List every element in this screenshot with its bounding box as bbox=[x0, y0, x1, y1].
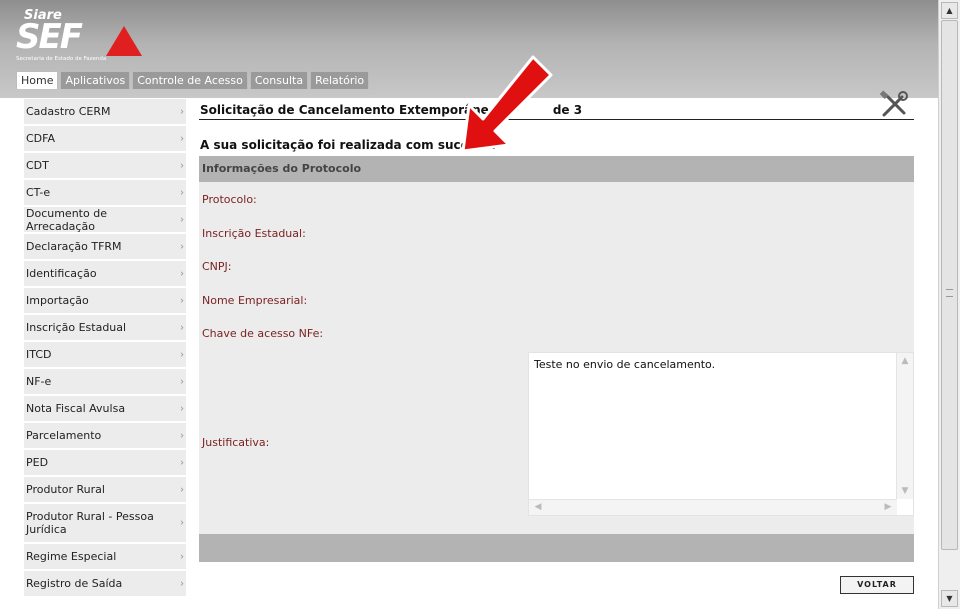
sidebar-item-label: Registro de Saída bbox=[26, 577, 123, 590]
label-chave-acesso-nfe: Chave de acesso NFe: bbox=[202, 327, 324, 340]
tools-icon[interactable] bbox=[878, 89, 910, 121]
chevron-right-icon: › bbox=[180, 133, 184, 144]
chevron-right-icon: › bbox=[180, 268, 184, 279]
scroll-up-icon[interactable]: ▲ bbox=[898, 355, 912, 367]
sidebar-item-label: Inscrição Estadual bbox=[26, 321, 127, 334]
red-arrow-annotation bbox=[461, 55, 553, 153]
sidebar-item-label: Declaração TFRM bbox=[26, 240, 122, 253]
sidebar-item-produtor-rural-pj[interactable]: Produtor Rural - Pessoa Jurídica › bbox=[24, 504, 186, 544]
chevron-right-icon: › bbox=[180, 106, 184, 117]
tab-aplicativos[interactable]: Aplicativos bbox=[60, 71, 131, 89]
sidebar-menu: Cadastro CERM › CDFA › CDT › CT-e › Document… bbox=[24, 99, 186, 598]
tab-controle-de-acesso[interactable]: Controle de Acesso bbox=[132, 71, 248, 89]
tab-consulta[interactable]: Consulta bbox=[249, 71, 309, 89]
textarea-horizontal-scrollbar[interactable]: ◀ ▶ bbox=[529, 499, 897, 515]
scroll-down-icon[interactable]: ▼ bbox=[941, 590, 958, 607]
page-title-text: Solicitação de Cancelamento Extemporâne bbox=[200, 103, 489, 117]
chevron-right-icon: › bbox=[180, 214, 184, 225]
voltar-button[interactable]: VOLTAR bbox=[840, 576, 914, 594]
sidebar-item-produtor-rural[interactable]: Produtor Rural › bbox=[24, 477, 186, 504]
scroll-up-icon[interactable]: ▲ bbox=[941, 2, 958, 19]
textarea-vertical-scrollbar[interactable]: ▲ ▼ bbox=[896, 353, 913, 499]
scroll-down-icon[interactable]: ▼ bbox=[898, 485, 912, 497]
chevron-right-icon: › bbox=[180, 517, 184, 529]
chevron-right-icon: › bbox=[180, 376, 184, 387]
label-protocolo: Protocolo: bbox=[202, 193, 257, 206]
chevron-right-icon: › bbox=[180, 187, 184, 198]
sidebar-item-label: CT-e bbox=[26, 186, 51, 199]
chevron-right-icon: › bbox=[180, 551, 184, 562]
justificativa-textarea[interactable]: Teste no envio de cancelamento. ▲ ▼ ◀ ▶ bbox=[528, 352, 914, 516]
sidebar-item-inscricao-estadual[interactable]: Inscrição Estadual › bbox=[24, 315, 186, 342]
page-vertical-scrollbar[interactable]: ▲ ▼ bbox=[938, 0, 960, 609]
sidebar-item-label: ITCD bbox=[26, 348, 52, 361]
sidebar-item-label: Produtor Rural bbox=[26, 483, 105, 496]
page-title: Solicitação de Cancelamento Extemporâne d… bbox=[199, 90, 914, 120]
sidebar-item-declaracao-tfrm[interactable]: Declaração TFRM › bbox=[24, 234, 186, 261]
chevron-right-icon: › bbox=[180, 457, 184, 468]
chevron-right-icon: › bbox=[180, 403, 184, 414]
logo-subtitle: Secretaria de Estado de Fazenda bbox=[16, 56, 107, 62]
panel-header: Informações do Protocolo bbox=[199, 156, 914, 182]
sidebar-item-ct-e[interactable]: CT-e › bbox=[24, 180, 186, 207]
top-nav-tabs: Home Aplicativos Controle de Acesso Cons… bbox=[16, 71, 370, 89]
scroll-left-icon[interactable]: ◀ bbox=[531, 501, 545, 513]
sidebar-item-label: CDFA bbox=[26, 132, 55, 145]
tab-home[interactable]: Home bbox=[16, 71, 59, 89]
label-nome-empresarial: Nome Empresarial: bbox=[202, 294, 308, 307]
logo-triangle-icon bbox=[106, 26, 142, 56]
main-content: Solicitação de Cancelamento Extemporâne d… bbox=[199, 90, 914, 562]
sidebar-item-itcd[interactable]: ITCD › bbox=[24, 342, 186, 369]
sidebar-item-label: NF-e bbox=[26, 375, 52, 388]
grip-icon bbox=[946, 289, 953, 297]
panel-footer-bar bbox=[199, 534, 914, 562]
sidebar-item-label: Documento de Arrecadação bbox=[26, 206, 107, 233]
scroll-right-icon[interactable]: ▶ bbox=[881, 501, 895, 513]
sidebar-item-nf-e[interactable]: NF-e › bbox=[24, 369, 186, 396]
sidebar-item-cdfa[interactable]: CDFA › bbox=[24, 126, 186, 153]
sidebar-item-label: Importação bbox=[26, 294, 89, 307]
justificativa-value: Teste no envio de cancelamento. bbox=[534, 358, 716, 371]
chevron-right-icon: › bbox=[180, 322, 184, 333]
sidebar-item-label: PED bbox=[26, 456, 49, 469]
logo-sef-text: SEF bbox=[16, 17, 83, 57]
tab-relatorio[interactable]: Relatório bbox=[310, 71, 370, 89]
label-inscricao-estadual: Inscrição Estadual: bbox=[202, 227, 306, 240]
label-cnpj: CNPJ: bbox=[202, 260, 232, 273]
sidebar-item-parcelamento[interactable]: Parcelamento › bbox=[24, 423, 186, 450]
chevron-right-icon: › bbox=[180, 241, 184, 252]
sidebar-item-label: Nota Fiscal Avulsa bbox=[26, 402, 126, 415]
sidebar-item-label: Parcelamento bbox=[26, 429, 102, 442]
success-message: A sua solicitação foi realizada com suce… bbox=[200, 138, 496, 152]
sidebar-item-label: Identificação bbox=[26, 267, 97, 280]
sidebar-item-label: Regime Especial bbox=[26, 550, 117, 563]
chevron-right-icon: › bbox=[180, 430, 184, 441]
scrollbar-thumb[interactable] bbox=[941, 20, 958, 550]
sidebar-item-cdt[interactable]: CDT › bbox=[24, 153, 186, 180]
chevron-right-icon: › bbox=[180, 484, 184, 495]
siare-sef-logo[interactable]: Siare SEF Secretaria de Estado de Fazend… bbox=[16, 8, 142, 66]
sidebar-item-documento-de-arrecadacao[interactable]: Documento de Arrecadação › bbox=[24, 207, 186, 234]
sidebar-item-nota-fiscal-avulsa[interactable]: Nota Fiscal Avulsa › bbox=[24, 396, 186, 423]
page-title-suffix: de 3 bbox=[552, 103, 583, 117]
chevron-right-icon: › bbox=[180, 295, 184, 306]
label-justificativa: Justificativa: bbox=[202, 436, 270, 449]
sidebar-item-registro-de-saida[interactable]: Registro de Saída › bbox=[24, 571, 186, 598]
sidebar-item-cadastro-cerm[interactable]: Cadastro CERM › bbox=[24, 99, 186, 126]
protocol-info-panel: Informações do Protocolo Protocolo: Insc… bbox=[199, 156, 914, 562]
sidebar-item-ped[interactable]: PED › bbox=[24, 450, 186, 477]
sidebar-item-regime-especial[interactable]: Regime Especial › bbox=[24, 544, 186, 571]
chevron-right-icon: › bbox=[180, 349, 184, 360]
chevron-right-icon: › bbox=[180, 578, 184, 589]
sidebar-item-label: Produtor Rural - Pessoa Jurídica bbox=[26, 510, 154, 536]
sidebar-item-importacao[interactable]: Importação › bbox=[24, 288, 186, 315]
sidebar-item-label: CDT bbox=[26, 159, 49, 172]
sidebar-item-identificacao[interactable]: Identificação › bbox=[24, 261, 186, 288]
sidebar-item-label: Cadastro CERM bbox=[26, 105, 111, 118]
chevron-right-icon: › bbox=[180, 160, 184, 171]
